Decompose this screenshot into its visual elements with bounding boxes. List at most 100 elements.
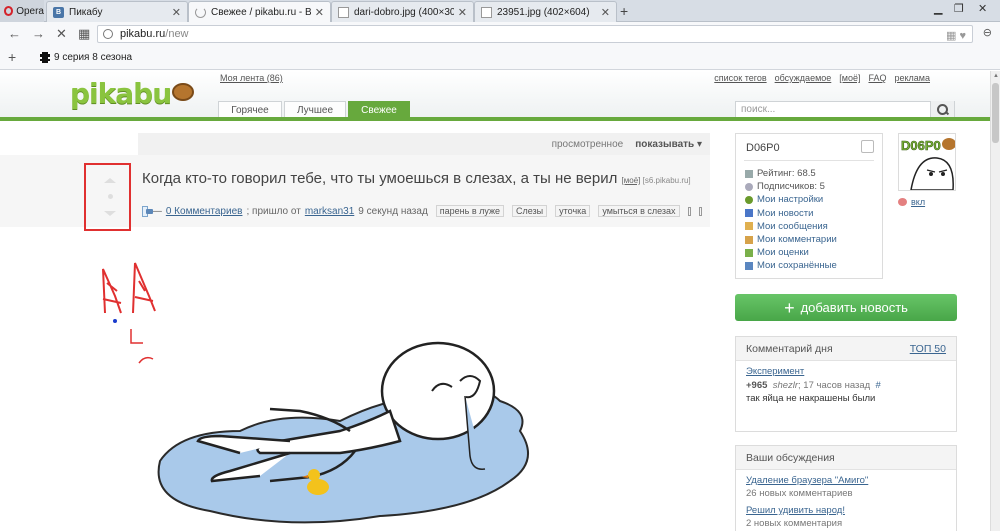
speed-dial-icon[interactable]: ▦ [78, 26, 90, 42]
tab-image-23951[interactable]: 23951.jpg (402×604) ✕ [474, 1, 617, 22]
maximize-icon[interactable]: ❐ [954, 2, 964, 15]
image-favicon-icon [481, 6, 492, 18]
tab-best[interactable]: Лучшее [284, 101, 346, 118]
tag-item[interactable]: уточка [555, 205, 591, 217]
minimize-icon[interactable]: ▁ [934, 2, 942, 15]
tag-list-link[interactable]: список тегов [714, 73, 766, 83]
vote-neutral-icon [108, 194, 113, 199]
comment-permalink[interactable]: # [875, 380, 880, 391]
tag-item[interactable]: умыться в слезах [598, 205, 680, 217]
comment-text: так яйца не накрашены были [746, 393, 876, 404]
back-arrow-icon[interactable]: ← [8, 26, 21, 41]
tab-close-icon[interactable]: ✕ [601, 6, 610, 19]
profile-username[interactable]: D06P0 [746, 142, 780, 154]
rubber-duck [307, 479, 329, 495]
my-news-link[interactable]: Мои новости [757, 207, 813, 220]
viewed-toggle[interactable]: просмотренное [552, 139, 624, 150]
downvote-arrow-icon[interactable] [104, 211, 116, 216]
post-title[interactable]: Когда кто-то говорил тебе, что ты умоешь… [142, 169, 702, 191]
bookmark-corner-icon[interactable] [861, 140, 874, 153]
search-input[interactable]: поиск... [735, 101, 955, 118]
site-info-icon[interactable] [103, 29, 113, 39]
ads-link[interactable]: реклама [895, 73, 931, 83]
discussed-link[interactable]: обсуждаемое [775, 73, 832, 83]
add-news-button[interactable]: + добавить новость [735, 294, 957, 321]
tab-image-dari-dobro[interactable]: dari-dobro.jpg (400×300) ✕ [331, 1, 474, 22]
discussion-link[interactable]: Удаление браузера "Амиго" [746, 474, 946, 487]
top50-link[interactable]: ТОП 50 [910, 337, 946, 361]
tab-hot[interactable]: Горячее [218, 101, 282, 118]
film-icon [40, 52, 50, 63]
source-domain: [s6.pikabu.ru] [642, 176, 691, 185]
discussion-link[interactable]: Решил удивить народ! [746, 504, 946, 517]
tag-item[interactable]: Слезы [512, 205, 548, 217]
comment-score: +965 [746, 380, 768, 391]
post-meta: — 0 Комментариев ; пришло от marksan31 9… [142, 205, 702, 217]
bookmarks-bar: + 9 серия 8 сезона [0, 46, 1000, 70]
vkl-toggle[interactable]: вкл [898, 197, 925, 207]
header-divider [0, 117, 990, 121]
saved-icon [745, 262, 753, 271]
discussion-count: 26 новых комментариев [746, 488, 853, 499]
tab-close-icon[interactable]: ✕ [458, 6, 467, 19]
nut-logo-icon [172, 83, 195, 101]
pikabu-page: pikabu Моя лента (86) список тегов обсуж… [0, 71, 990, 531]
expand-post-icon[interactable] [698, 206, 702, 216]
camera-icon[interactable] [142, 205, 153, 217]
rating-mountain-icon [745, 248, 753, 257]
url-input[interactable]: pikabu.ru/new ▦ ♥ [97, 25, 973, 43]
scrollbar-thumb[interactable] [992, 83, 999, 143]
my-saved-link[interactable]: Мои сохранённые [757, 259, 837, 272]
add-bookmark-button[interactable]: + [8, 49, 16, 65]
discussion-count: 2 новых комментария [746, 518, 843, 529]
browser-tab-bar: Opera B Пикабу ✕ Свежее / pikabu.ru - Вс… [0, 0, 1000, 22]
discussions-widget: Ваши обсуждения Удаление браузера "Амиго… [735, 445, 957, 531]
profile-rating: Рейтинг: 68.5 [757, 168, 816, 179]
page-scrollbar[interactable]: ▲ [990, 71, 1000, 531]
envelope-icon [745, 222, 753, 231]
faq-link[interactable]: FAQ [868, 73, 886, 83]
forward-arrow-icon[interactable]: → [32, 26, 45, 41]
avatar[interactable]: D06P0 [898, 133, 956, 191]
my-settings-link[interactable]: Мои настройки [757, 193, 823, 206]
my-messages-link[interactable]: Мои сообщения [757, 220, 828, 233]
post-time: 9 секунд назад [358, 205, 428, 217]
tag-item[interactable]: парень в луже [435, 205, 504, 217]
tab-pikabu-new[interactable]: Свежее / pikabu.ru - Все ✕ [188, 1, 331, 22]
widget-title: Комментарий дня [746, 343, 833, 355]
widget-title: Ваши обсуждения [736, 446, 956, 470]
stop-icon[interactable]: ✕ [56, 26, 67, 42]
mine-badge[interactable]: [моё] [622, 176, 641, 185]
news-icon [745, 209, 753, 218]
show-dropdown[interactable]: показывать ▾ [635, 139, 702, 150]
my-feed-link[interactable]: Моя лента (86) [220, 73, 283, 83]
comment-post-link[interactable]: Эксперимент [746, 366, 804, 377]
close-window-icon[interactable]: ✕ [978, 2, 987, 15]
download-icon[interactable]: ⊖ [983, 26, 992, 39]
upvote-arrow-icon[interactable] [104, 178, 116, 183]
tab-fresh[interactable]: Свежее [348, 101, 410, 118]
my-ratings-link[interactable]: Мои оценки [757, 246, 809, 259]
tab-close-icon[interactable]: ✕ [315, 6, 324, 19]
search-icon[interactable] [930, 101, 954, 118]
bookmark-heart-icon[interactable]: ▦ ♥ [946, 28, 966, 44]
save-post-icon[interactable] [687, 206, 691, 216]
post-image[interactable] [140, 231, 690, 531]
loading-spinner-icon [195, 6, 206, 18]
my-link[interactable]: [моё] [839, 73, 860, 83]
my-comments-link[interactable]: Мои комментарии [757, 233, 837, 246]
comments-link[interactable]: 0 Комментариев [166, 206, 243, 217]
comment-author[interactable]: shezlr [773, 380, 798, 391]
bookmark-item[interactable]: 9 серия 8 сезона [40, 52, 132, 63]
author-link[interactable]: marksan31 [305, 206, 354, 217]
new-tab-button[interactable]: + [620, 3, 628, 19]
tab-close-icon[interactable]: ✕ [172, 6, 181, 19]
comment-icon [745, 235, 753, 244]
comment-of-day-widget: Комментарий дня ТОП 50 Эксперимент +965 … [735, 336, 957, 432]
scroll-up-icon[interactable]: ▲ [993, 73, 999, 79]
pikabu-logo[interactable]: pikabu [70, 77, 195, 110]
opera-menu-button[interactable]: Opera [0, 0, 44, 22]
avatar-image: D06P0 [899, 134, 955, 190]
site-header: pikabu Моя лента (86) список тегов обсуж… [0, 71, 990, 118]
tab-pikabu-vk[interactable]: B Пикабу ✕ [46, 1, 188, 22]
